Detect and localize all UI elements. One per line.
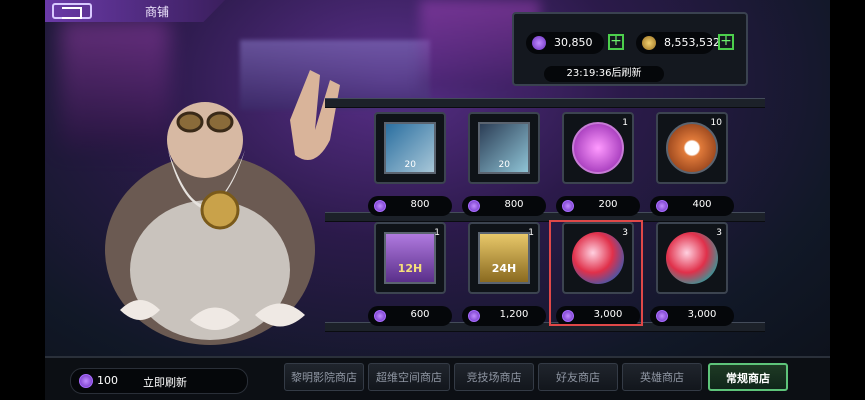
- purple-gem-icon: [562, 200, 574, 212]
- shop-item[interactable]: 1 200: [554, 112, 642, 220]
- purple-gem-icon: [656, 310, 668, 322]
- item-price: 400: [650, 196, 734, 216]
- ticket-label: 12H: [397, 262, 423, 275]
- gold-coin-icon: [642, 36, 656, 50]
- purple-gem-icon: [468, 310, 480, 322]
- refresh-timer: 23:19:36后刷新: [544, 66, 664, 82]
- item-qty: 10: [710, 118, 722, 128]
- gold-amount: 8,553,532: [664, 36, 720, 49]
- item-qty: 20: [498, 160, 510, 170]
- shop-item[interactable]: 20 800: [366, 112, 454, 220]
- purple-gem-icon: [374, 310, 386, 322]
- purple-gem-icon: [374, 200, 386, 212]
- shop-screen: 商铺 30,850 + 8,553,532 + 23:19:36后刷新 20 8…: [0, 0, 865, 400]
- item-qty: 1: [622, 118, 628, 128]
- price-value: 1,200: [499, 309, 529, 320]
- tab-regular-shop[interactable]: 常规商店: [708, 363, 788, 391]
- item-price: 200: [556, 196, 640, 216]
- purple-gem-icon: [79, 374, 93, 388]
- gold-ticket-icon: 24H: [478, 232, 530, 284]
- item-frame: [468, 112, 540, 184]
- ticket-label: 24H: [491, 262, 517, 275]
- gold-balance: 8,553,532: [636, 32, 720, 54]
- item-price: 800: [368, 196, 452, 216]
- orange-chip-icon: [666, 122, 718, 174]
- refresh-cost: 100: [97, 374, 118, 387]
- shop-item[interactable]: 24H 1 1,200: [460, 222, 548, 330]
- price-value: 400: [692, 199, 712, 210]
- shelf-rail: [325, 98, 765, 108]
- refresh-now-button[interactable]: 立即刷新: [143, 374, 187, 390]
- purple-gem-icon: [656, 200, 668, 212]
- refresh-panel: 100 立即刷新: [70, 368, 248, 394]
- shop-item[interactable]: 10 400: [648, 112, 736, 220]
- page-title: 商铺: [145, 5, 170, 19]
- price-value: 3,000: [687, 309, 717, 320]
- back-button[interactable]: [52, 3, 92, 19]
- price-value: 200: [598, 199, 618, 210]
- price-value: 600: [410, 309, 430, 320]
- right-letterbox: [830, 0, 865, 400]
- red-orb-icon: [666, 232, 718, 284]
- shopkeeper-character: [105, 70, 340, 345]
- purple-gem-icon: [532, 36, 546, 50]
- item-price: 800: [462, 196, 546, 216]
- add-gold-button[interactable]: +: [718, 34, 734, 50]
- item-qty: 3: [716, 228, 722, 238]
- price-value: 800: [504, 199, 524, 210]
- item-price: 3,000: [650, 306, 734, 326]
- tab-hero-shop[interactable]: 英雄商店: [622, 363, 702, 391]
- price-value: 800: [410, 199, 430, 210]
- item-qty: 20: [404, 160, 416, 170]
- item-qty: 1: [528, 228, 534, 238]
- item-qty: 1: [434, 228, 440, 238]
- tab-dawn-cinema-shop[interactable]: 黎明影院商店: [284, 363, 364, 391]
- item-price: 600: [368, 306, 452, 326]
- selection-highlight: [549, 220, 643, 326]
- gem-amount: 30,850: [554, 36, 593, 49]
- tab-hyperspace-shop[interactable]: 超维空间商店: [368, 363, 450, 391]
- purple-cap-icon: [572, 122, 624, 174]
- tab-arena-shop[interactable]: 竞技场商店: [454, 363, 534, 391]
- gem-balance: 30,850: [526, 32, 604, 54]
- shop-item[interactable]: 20 800: [460, 112, 548, 220]
- tab-friend-shop[interactable]: 好友商店: [538, 363, 618, 391]
- purple-gem-icon: [468, 200, 480, 212]
- shop-item[interactable]: 3 3,000: [648, 222, 736, 330]
- purple-ticket-icon: 12H: [384, 232, 436, 284]
- add-gems-button[interactable]: +: [608, 34, 624, 50]
- left-letterbox: [0, 0, 45, 400]
- shop-item[interactable]: 12H 1 600: [366, 222, 454, 330]
- item-price: 1,200: [462, 306, 546, 326]
- item-frame: [374, 112, 446, 184]
